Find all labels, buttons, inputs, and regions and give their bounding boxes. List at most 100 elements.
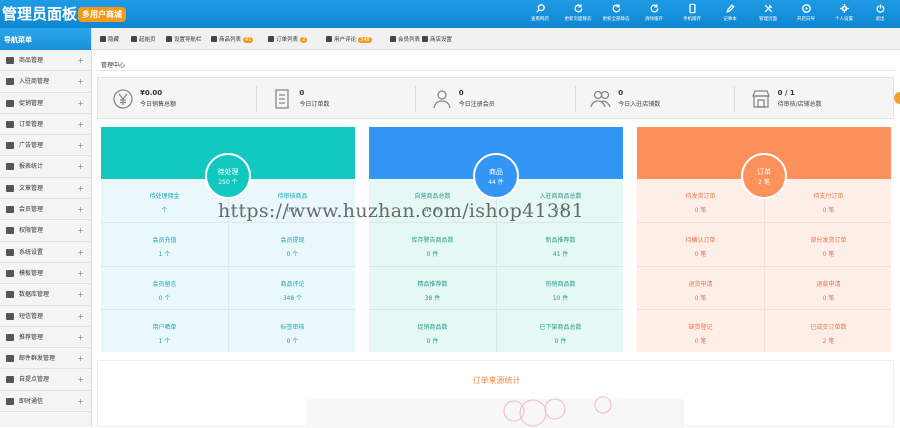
shortcut-item[interactable]: 商品列表 41 [211, 35, 254, 43]
mall-badge: 多用户商城 [78, 7, 126, 22]
panel-stat[interactable]: 退款申请 0 笔 [764, 265, 891, 309]
shortcut-item[interactable]: 隐藏 [100, 35, 119, 43]
panel-stat[interactable]: 部分发货订单 0 笔 [764, 222, 891, 266]
sidebar-item[interactable]: 推荐管理 + [0, 327, 91, 349]
expand-icon[interactable]: + [77, 369, 84, 390]
menu-icon [6, 78, 14, 86]
sidebar-item[interactable]: 广告管理 + [0, 135, 91, 157]
sidebar-item[interactable]: 数据库管理 + [0, 284, 91, 306]
expand-icon[interactable]: + [77, 199, 84, 220]
toolbar-item-7[interactable]: 开店向导 [788, 0, 824, 28]
watermark-text: https://www.huzhan.com/ishop41381 [218, 200, 585, 222]
stat-card: ¥0.00 今日销售总额 [98, 78, 257, 120]
shortcut-item[interactable]: 订单列表 2 [268, 35, 308, 43]
shortcut-item[interactable]: 用户评论 348 [326, 35, 372, 43]
sidebar-item[interactable]: 会员管理 + [0, 199, 91, 221]
panel-stat[interactable]: 已下架商品总数 0 件 [496, 308, 623, 352]
panel-stat[interactable]: 新品推荐数 41 件 [496, 222, 623, 266]
sidebar-item-label: 广告管理 [19, 142, 44, 150]
expand-icon[interactable]: + [77, 71, 84, 92]
panel-stat[interactable]: 商品评论 348 个 [228, 265, 355, 309]
panel-stat[interactable]: 用户晒单 1 个 [101, 308, 228, 352]
expand-icon[interactable]: + [77, 93, 84, 114]
expand-icon[interactable]: + [77, 156, 84, 177]
panel-stat-label: 自营商品总数 [414, 193, 451, 200]
panel-stat-label: 退款申请 [816, 280, 841, 288]
sidebar-item[interactable]: 入驻商管理 + [0, 71, 91, 93]
panel-stat[interactable]: 会员充值 1 个 [101, 222, 228, 265]
menu-icon [6, 184, 14, 192]
toolbar-item-label: 更新全部静态 [602, 16, 630, 22]
shortcut-icon [211, 36, 217, 42]
panel-stat[interactable]: 缺货登记 0 笔 [637, 308, 764, 352]
sidebar-item[interactable]: 商品管理 + [0, 50, 91, 72]
sidebar-item[interactable]: 即时通信 + [0, 391, 91, 413]
sidebar-item[interactable]: 邮件群发管理 + [0, 348, 91, 370]
menu-icon [6, 120, 14, 128]
toolbar-item-4[interactable]: 手机版存 [674, 0, 710, 28]
sidebar-item[interactable]: 权限管理 + [0, 220, 91, 242]
breadcrumb: 管理中心 [101, 62, 126, 69]
sidebar-item[interactable]: 短信管理 + [0, 306, 91, 327]
shortcut-item[interactable]: 商店设置 [422, 35, 452, 43]
panel-stat[interactable]: 会员提现 0 个 [228, 222, 355, 266]
expand-icon[interactable]: + [77, 284, 84, 305]
panel-stat[interactable]: 待确认订单 0 笔 [637, 222, 764, 265]
panel-stat[interactable]: 促销商品数 0 件 [369, 308, 496, 352]
panel-stat-label: 缺货登记 [688, 323, 713, 331]
expand-icon[interactable]: + [77, 348, 84, 369]
panel-stat-value: 0 个 [286, 337, 299, 345]
expand-icon[interactable]: + [77, 114, 84, 135]
toolbar-item-9[interactable]: 退出 [862, 0, 898, 28]
sidebar-item[interactable]: 模板管理 + [0, 263, 91, 285]
toolbar-item-label: 清除缓存 [644, 16, 663, 22]
stat-value: ¥0.00 [140, 89, 163, 97]
panel-stat[interactable]: 退货申请 0 笔 [637, 265, 764, 309]
toolbar-item-2[interactable]: 更新全部静态 [598, 0, 634, 28]
panel-stat[interactable]: 热销商品数 10 件 [496, 265, 623, 309]
panel-stat[interactable]: 精品推荐数 38 件 [369, 265, 496, 309]
panel-stat-label: 会员充值 [152, 237, 177, 245]
stat-label: 今日入驻店铺数 [618, 101, 661, 108]
expand-icon[interactable]: + [77, 391, 84, 412]
shortcut-icon [326, 36, 332, 42]
phone-icon [676, 3, 708, 14]
toolbar-item-1[interactable]: 更新页面静态 [560, 0, 596, 28]
stat-label: 今日销售总额 [140, 101, 177, 108]
shortcut-icon [268, 36, 274, 42]
panel-stat[interactable]: 标签审核 0 个 [228, 308, 355, 352]
shortcut-item[interactable]: 会员列表 [390, 35, 420, 43]
sidebar-item[interactable]: 订单管理 + [0, 114, 91, 136]
toolbar-item-8[interactable]: 个人设置 [826, 0, 862, 28]
shortcut-item[interactable]: 起始页 [131, 35, 156, 43]
panel-stat[interactable]: 会员留言 0 个 [101, 265, 228, 309]
expand-icon[interactable]: + [77, 178, 84, 199]
panel-stat-value: 0 笔 [694, 294, 707, 302]
toolbar-item-6[interactable]: 管理页面 [750, 0, 786, 28]
toolbar-item-3[interactable]: 清除缓存 [636, 0, 672, 28]
panel-stat-label: 入驻商商品总数 [539, 193, 582, 200]
panel-stat[interactable]: 库存警告商品数 0 件 [369, 222, 496, 265]
sidebar-item-label: 文章管理 [19, 184, 44, 192]
toolbar-item-label: 更新页面静态 [564, 16, 592, 22]
expand-icon[interactable]: + [77, 242, 84, 263]
sidebar-item[interactable]: 自提点管理 + [0, 369, 91, 391]
expand-icon[interactable]: + [77, 327, 84, 348]
panel-stat[interactable]: 已成交订单数 2 笔 [764, 308, 891, 352]
panel-stat-label: 待发货订单 [685, 193, 716, 200]
sidebar-item[interactable]: 促销管理 + [0, 93, 91, 114]
menu-icon [6, 312, 14, 320]
expand-icon[interactable]: + [77, 263, 84, 284]
toolbar-item-0[interactable]: 查看网店 [522, 0, 558, 28]
sidebar-item[interactable]: 报表统计 + [0, 156, 91, 178]
expand-icon[interactable]: + [77, 306, 84, 327]
expand-icon[interactable]: + [77, 50, 84, 71]
panel-title: 待处理 [217, 168, 239, 176]
toolbar-item-label: 记事本 [723, 16, 737, 22]
shortcut-item[interactable]: 设置导航栏 [166, 35, 202, 43]
expand-icon[interactable]: + [77, 220, 84, 241]
sidebar-item[interactable]: 文章管理 + [0, 178, 91, 200]
toolbar-item-5[interactable]: 记事本 [712, 0, 748, 28]
sidebar-item[interactable]: 系统设置 + [0, 242, 91, 263]
expand-icon[interactable]: + [77, 135, 84, 156]
